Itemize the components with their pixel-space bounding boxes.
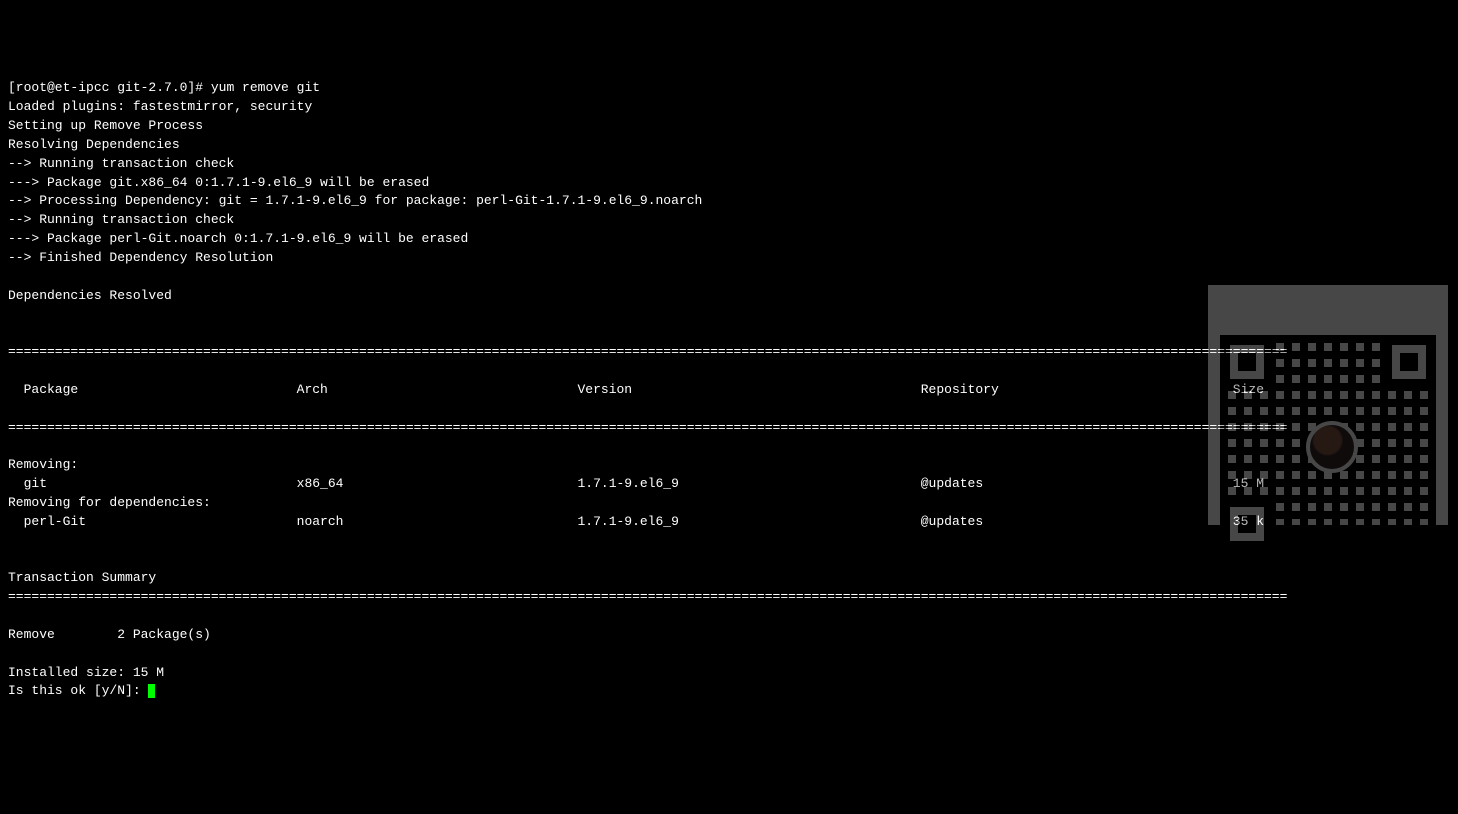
installed-size: Installed size: 15 M xyxy=(8,665,164,680)
shell-prompt: [root@et-ipcc git-2.7.0]# yum remove git xyxy=(8,80,320,95)
output-line: --> Running transaction check xyxy=(8,212,234,227)
divider: ========================================… xyxy=(8,588,1450,607)
output-line: ---> Package perl-Git.noarch 0:1.7.1-9.e… xyxy=(8,231,468,246)
output-line: --> Running transaction check xyxy=(8,156,234,171)
output-line: --> Finished Dependency Resolution xyxy=(8,250,273,265)
remove-count: Remove 2 Package(s) xyxy=(8,627,211,642)
output-line: --> Processing Dependency: git = 1.7.1-9… xyxy=(8,193,702,208)
cursor-icon xyxy=(148,684,155,698)
table-row: git x86_64 1.7.1-9.el6_9 @updates 15 M xyxy=(8,476,1264,491)
output-line: Dependencies Resolved xyxy=(8,288,172,303)
command-text: yum remove git xyxy=(211,80,320,95)
section-title: Removing for dependencies: xyxy=(8,495,211,510)
section-title: Removing: xyxy=(8,457,78,472)
output-line: Loaded plugins: fastestmirror, security xyxy=(8,99,312,114)
output-line: Resolving Dependencies xyxy=(8,137,180,152)
confirm-prompt[interactable]: Is this ok [y/N]: xyxy=(8,683,155,698)
output-line: Setting up Remove Process xyxy=(8,118,203,133)
qr-code-watermark xyxy=(1208,285,1448,525)
output-line: ---> Package git.x86_64 0:1.7.1-9.el6_9 … xyxy=(8,175,429,190)
transaction-summary-heading: Transaction Summary xyxy=(8,570,156,585)
table-row: perl-Git noarch 1.7.1-9.el6_9 @updates 3… xyxy=(8,514,1264,529)
